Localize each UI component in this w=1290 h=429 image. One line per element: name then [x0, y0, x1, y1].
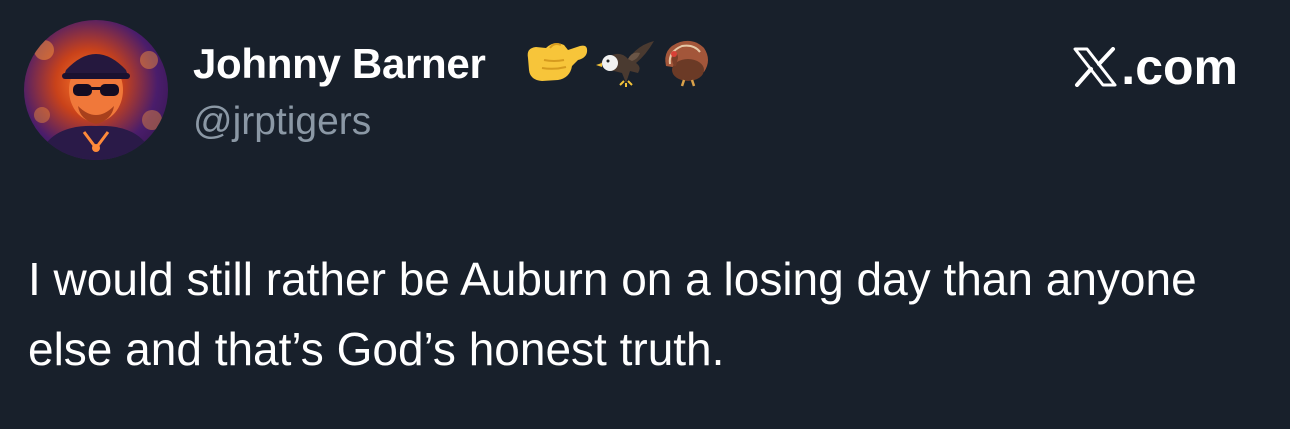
name-emojis — [524, 30, 712, 94]
author-handle[interactable]: @jrptigers — [193, 100, 371, 144]
avatar-portrait-icon — [34, 40, 162, 160]
turkey-emoji — [660, 36, 712, 88]
eagle-emoji — [594, 37, 656, 87]
author-display-name[interactable]: Johnny Barner — [193, 40, 486, 88]
avatar[interactable] — [24, 20, 168, 160]
call-me-hand-emoji — [524, 36, 590, 88]
tweet-text: I would still rather be Auburn on a losi… — [28, 253, 1210, 375]
x-logo-icon — [1073, 47, 1117, 87]
brand-domain-label: .com — [1121, 39, 1238, 95]
x-com-watermark: .com — [1073, 39, 1238, 95]
